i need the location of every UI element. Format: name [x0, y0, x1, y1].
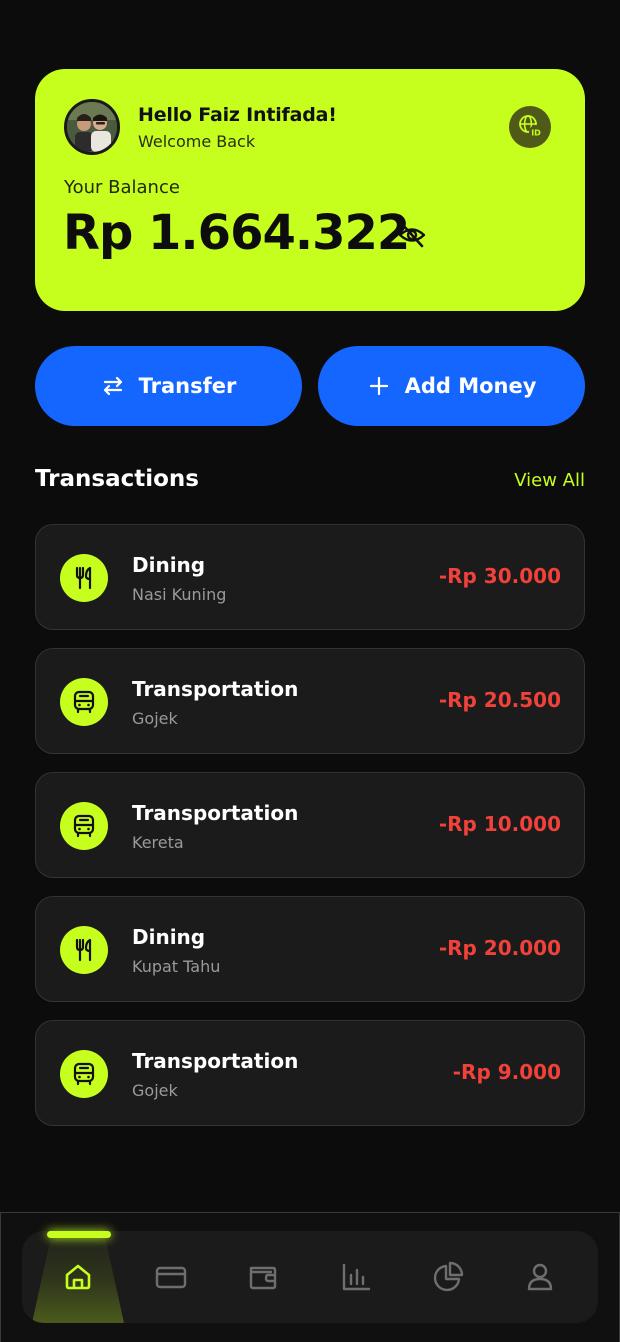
eye-off-icon[interactable] [397, 220, 427, 250]
transfer-button[interactable]: Transfer [35, 346, 302, 426]
transaction-category: Transportation [132, 1049, 299, 1073]
nav-cards[interactable] [125, 1231, 217, 1323]
transaction-amount: -Rp 9.000 [452, 1060, 561, 1084]
user-icon [527, 1263, 553, 1291]
card-icon [155, 1266, 187, 1289]
balance-card: Hello Faiz Intifada! Welcome Back ID You… [35, 69, 585, 311]
utensils-icon [75, 938, 92, 962]
transfer-icon [103, 376, 122, 396]
view-all-link[interactable]: View All [514, 470, 585, 491]
category-badge [60, 926, 108, 974]
category-badge [60, 802, 108, 850]
transaction-note: Kupat Tahu [132, 957, 221, 976]
transactions-title: Transactions [35, 466, 199, 492]
welcome-text: Welcome Back [138, 132, 256, 151]
balance-amount: Rp 1.664.322 [63, 205, 410, 261]
nav-budget[interactable] [402, 1231, 494, 1323]
transaction-list: Dining Nasi Kuning -Rp 30.000 Transporta… [35, 524, 585, 1144]
bus-icon [73, 814, 95, 838]
plus-icon [369, 376, 388, 396]
active-nav-indicator [47, 1231, 111, 1238]
transaction-amount: -Rp 20.000 [438, 936, 561, 960]
app-screen: Hello Faiz Intifada! Welcome Back ID You… [0, 0, 620, 1342]
transaction-category: Transportation [132, 677, 299, 701]
category-badge [60, 678, 108, 726]
transaction-item[interactable]: Dining Kupat Tahu -Rp 20.000 [35, 896, 585, 1002]
transaction-note: Kereta [132, 833, 184, 852]
bottom-nav [22, 1231, 598, 1323]
language-code: ID [531, 129, 541, 138]
transaction-amount: -Rp 30.000 [438, 564, 561, 588]
balance-label: Your Balance [64, 177, 180, 198]
nav-home[interactable] [32, 1231, 124, 1323]
transaction-note: Nasi Kuning [132, 585, 227, 604]
transaction-item[interactable]: Dining Nasi Kuning -Rp 30.000 [35, 524, 585, 630]
pie-chart-icon [433, 1261, 464, 1292]
nav-profile[interactable] [494, 1231, 586, 1323]
transfer-label: Transfer [138, 374, 237, 398]
transaction-note: Gojek [132, 709, 178, 728]
add-money-button[interactable]: Add Money [318, 346, 585, 426]
home-icon [65, 1264, 91, 1290]
globe-icon: ID [519, 115, 543, 139]
language-button[interactable]: ID [509, 106, 551, 148]
transaction-category: Transportation [132, 801, 299, 825]
transaction-item[interactable]: Transportation Gojek -Rp 9.000 [35, 1020, 585, 1126]
transaction-note: Gojek [132, 1081, 178, 1100]
category-badge [60, 1050, 108, 1098]
bus-icon [73, 690, 95, 714]
bar-chart-icon [342, 1263, 371, 1291]
avatar[interactable] [64, 99, 120, 155]
transaction-item[interactable]: Transportation Kereta -Rp 10.000 [35, 772, 585, 878]
transaction-category: Dining [132, 925, 206, 949]
nav-wallet[interactable] [217, 1231, 309, 1323]
utensils-icon [75, 566, 92, 590]
transaction-item[interactable]: Transportation Gojek -Rp 20.500 [35, 648, 585, 754]
transaction-category: Dining [132, 553, 206, 577]
greeting-text: Hello Faiz Intifada! [138, 104, 337, 126]
transaction-amount: -Rp 20.500 [438, 688, 561, 712]
transaction-amount: -Rp 10.000 [438, 812, 561, 836]
nav-statistics[interactable] [310, 1231, 402, 1323]
add-money-label: Add Money [404, 374, 537, 398]
wallet-icon [249, 1266, 277, 1290]
category-badge [60, 554, 108, 602]
bus-icon [73, 1062, 95, 1086]
